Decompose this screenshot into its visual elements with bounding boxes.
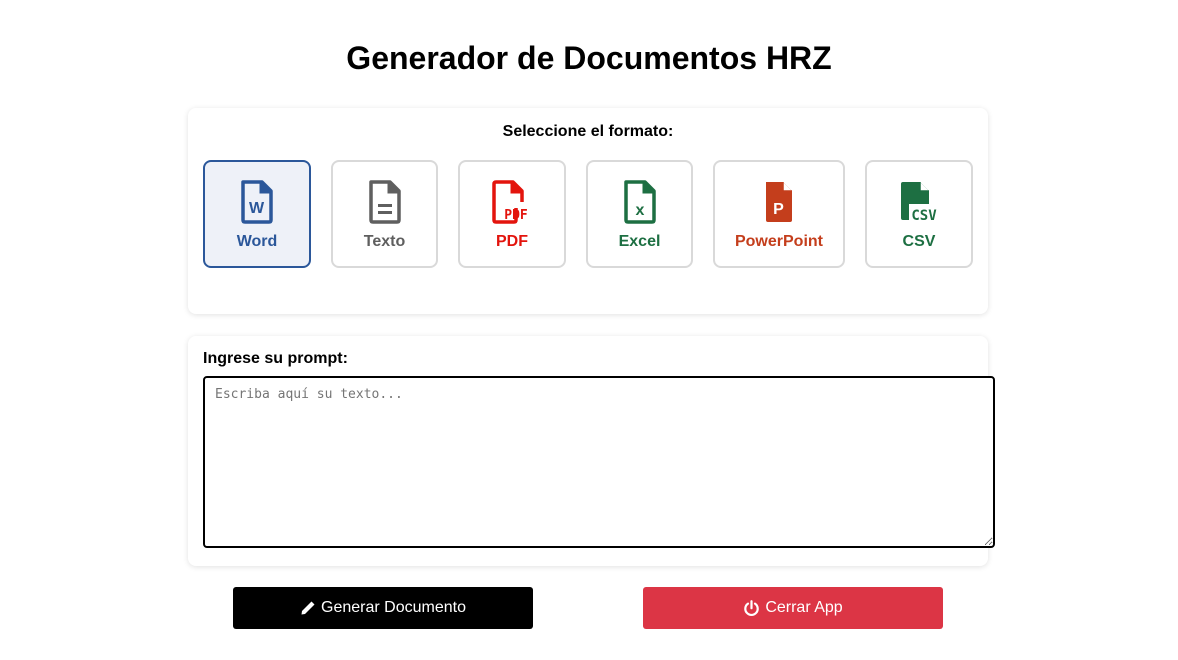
text-file-icon: [333, 180, 436, 224]
format-heading: Seleccione el formato:: [502, 123, 674, 140]
svg-text:P: P: [773, 201, 784, 218]
format-option-texto[interactable]: Texto: [331, 160, 438, 268]
prompt-label: Ingrese su prompt:: [203, 350, 348, 367]
page: Generador de Documentos HRZ Seleccione e…: [0, 0, 1178, 660]
format-option-powerpoint[interactable]: P PowerPoint: [713, 160, 845, 268]
generate-document-label: Generar Documento: [321, 599, 466, 616]
format-label-texto: Texto: [363, 233, 406, 250]
excel-file-icon: x: [588, 180, 691, 224]
format-label-word: Word: [236, 233, 278, 250]
format-selection-card: Seleccione el formato: W Word Texto PDF …: [188, 108, 988, 314]
generate-document-button[interactable]: Generar Documento: [233, 587, 533, 629]
prompt-card: Ingrese su prompt:: [188, 336, 995, 566]
svg-text:PDF: PDF: [504, 208, 528, 223]
svg-text:CSV: CSV: [911, 208, 937, 224]
word-file-icon: W: [205, 180, 309, 224]
csv-file-icon: CSV: [867, 180, 971, 224]
pencil-icon: [300, 600, 316, 616]
format-option-csv[interactable]: CSV CSV: [865, 160, 973, 268]
close-app-button[interactable]: Cerrar App: [643, 587, 943, 629]
pdf-file-icon: PDF: [460, 180, 564, 224]
prompt-input[interactable]: [203, 376, 995, 548]
svg-text:W: W: [249, 200, 265, 217]
format-option-pdf[interactable]: PDF PDF: [458, 160, 566, 268]
format-label-powerpoint: PowerPoint: [734, 233, 823, 250]
format-label-csv: CSV: [902, 233, 936, 250]
page-title: Generador de Documentos HRZ: [346, 40, 832, 76]
svg-text:x: x: [635, 202, 644, 219]
format-label-pdf: PDF: [496, 233, 528, 250]
close-app-label: Cerrar App: [765, 599, 843, 616]
format-label-excel: Excel: [618, 233, 661, 250]
powerpoint-file-icon: P: [715, 180, 843, 224]
format-option-excel[interactable]: x Excel: [586, 160, 693, 268]
power-icon: [743, 599, 760, 617]
format-option-word[interactable]: W Word: [203, 160, 311, 268]
